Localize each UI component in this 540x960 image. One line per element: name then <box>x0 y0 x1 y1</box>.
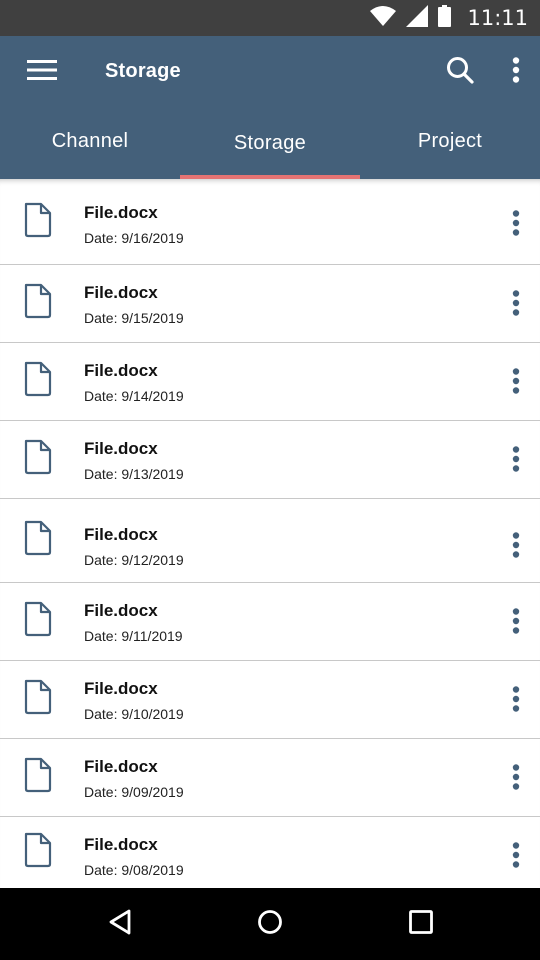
tab-label: Project <box>417 130 483 152</box>
more-vert-icon <box>512 289 520 321</box>
file-overflow-button[interactable] <box>500 441 532 481</box>
tab-storage[interactable]: Storage <box>180 108 360 179</box>
file-date: Date: 9/08/2019 <box>84 862 184 878</box>
file-date: Date: 9/09/2019 <box>84 784 184 800</box>
file-name: File.docx <box>84 203 158 222</box>
status-icons: 11:11 <box>370 0 528 36</box>
page-title: Storage <box>105 60 181 82</box>
battery-icon <box>438 4 452 32</box>
file-icon <box>22 520 54 556</box>
menu-icon <box>27 59 57 86</box>
file-icon <box>22 283 54 319</box>
tab-bar: Channel Storage Project <box>0 108 540 179</box>
more-vert-icon <box>512 763 520 795</box>
file-icon <box>22 439 54 475</box>
file-overflow-button[interactable] <box>500 681 532 721</box>
more-vert-icon <box>512 209 520 241</box>
more-vert-icon <box>512 56 520 88</box>
menu-button[interactable] <box>22 56 62 88</box>
file-row[interactable]: File.docx Date: 9/10/2019 <box>0 661 540 739</box>
tab-channel[interactable]: Channel <box>0 108 180 179</box>
more-vert-icon <box>512 445 520 477</box>
file-overflow-button[interactable] <box>500 527 532 567</box>
file-overflow-button[interactable] <box>500 363 532 403</box>
file-name: File.docx <box>84 525 158 544</box>
more-vert-icon <box>512 841 520 873</box>
home-icon <box>257 909 283 940</box>
search-icon <box>446 56 474 89</box>
file-date: Date: 9/16/2019 <box>84 230 184 246</box>
file-date: Date: 9/12/2019 <box>84 552 184 568</box>
file-icon <box>22 679 54 715</box>
more-vert-icon <box>512 685 520 717</box>
recents-icon <box>408 909 434 940</box>
file-name: File.docx <box>84 835 158 854</box>
file-overflow-button[interactable] <box>500 205 532 245</box>
app-bar: Storage Channel Storage Project <box>0 36 540 179</box>
file-overflow-button[interactable] <box>500 759 532 799</box>
file-row[interactable]: File.docx Date: 9/11/2019 <box>0 583 540 661</box>
file-name: File.docx <box>84 679 158 698</box>
more-vert-icon <box>512 531 520 563</box>
file-overflow-button[interactable] <box>500 285 532 325</box>
cell-signal-icon <box>406 4 429 32</box>
tab-label: Storage <box>233 132 307 154</box>
file-name: File.docx <box>84 283 158 302</box>
file-icon <box>22 202 54 238</box>
more-vert-icon <box>512 607 520 639</box>
file-name: File.docx <box>84 361 158 380</box>
file-icon <box>22 757 54 793</box>
home-button[interactable] <box>248 902 292 946</box>
file-date: Date: 9/11/2019 <box>84 628 183 644</box>
file-overflow-button[interactable] <box>500 837 532 877</box>
file-icon <box>22 601 54 637</box>
file-icon <box>22 361 54 397</box>
file-row[interactable]: File.docx Date: 9/12/2019 <box>0 499 540 583</box>
more-vert-icon <box>512 367 520 399</box>
file-overflow-button[interactable] <box>500 603 532 643</box>
navigation-bar <box>0 888 540 960</box>
file-row[interactable]: File.docx Date: 9/09/2019 <box>0 739 540 817</box>
search-button[interactable] <box>442 54 478 90</box>
status-bar: 11:11 <box>0 0 540 36</box>
file-row[interactable]: File.docx Date: 9/13/2019 <box>0 421 540 499</box>
file-name: File.docx <box>84 601 158 620</box>
tab-project[interactable]: Project <box>360 108 540 179</box>
file-date: Date: 9/15/2019 <box>84 310 184 326</box>
file-list: File.docx Date: 9/16/2019 File.docx Date: 9… <box>0 179 540 888</box>
file-row[interactable]: File.docx Date: 9/16/2019 <box>0 179 540 265</box>
file-date: Date: 9/13/2019 <box>84 466 184 482</box>
file-row[interactable]: File.docx Date: 9/15/2019 <box>0 265 540 343</box>
file-row[interactable]: File.docx Date: 9/14/2019 <box>0 343 540 421</box>
back-icon <box>107 909 133 940</box>
file-date: Date: 9/10/2019 <box>84 706 184 722</box>
file-name: File.docx <box>84 757 158 776</box>
status-time: 11:11 <box>467 6 528 30</box>
wifi-icon <box>370 5 397 31</box>
file-date: Date: 9/14/2019 <box>84 388 184 404</box>
file-icon <box>22 832 54 868</box>
back-button[interactable] <box>98 902 142 946</box>
recents-button[interactable] <box>399 902 443 946</box>
overflow-menu-button[interactable] <box>500 54 532 90</box>
tab-label: Channel <box>51 130 129 152</box>
file-name: File.docx <box>84 439 158 458</box>
file-row[interactable]: File.docx Date: 9/08/2019 <box>0 817 540 888</box>
